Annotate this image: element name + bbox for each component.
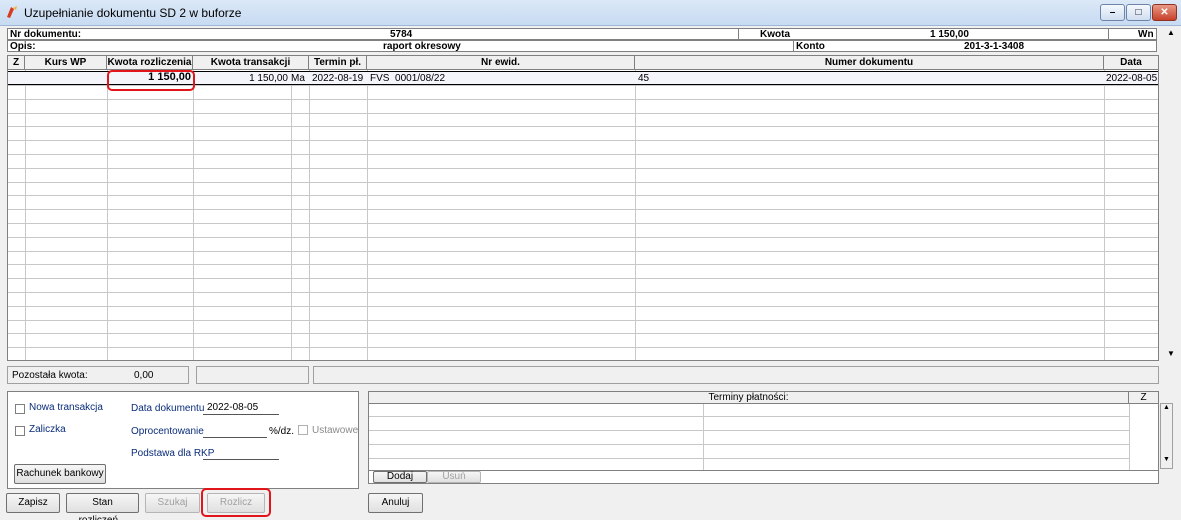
pozostala-kwota-box: Pozostała kwota: 0,00	[7, 366, 189, 384]
grid-row-line	[8, 209, 1158, 210]
kwota-value: 1 150,00	[930, 29, 969, 40]
grid-row-line	[8, 195, 1158, 196]
opis-label: Opis:	[10, 41, 36, 52]
pozostala-label: Pozostała kwota:	[12, 370, 88, 381]
terminy-scroll-down-icon[interactable]: ▼	[1161, 456, 1172, 463]
grid-row-line	[8, 333, 1158, 334]
title-bar: Uzupełnianie dokumentu SD 2 w buforze – …	[0, 0, 1181, 26]
pozostala-value: 0,00	[134, 370, 154, 381]
nr-dokumentu-value: 5784	[390, 29, 413, 40]
transaction-panel: Nowa transakcja Zaliczka Data dokumentu …	[7, 391, 359, 489]
terminy-scroll-up-icon[interactable]: ▲	[1161, 404, 1172, 411]
grid-row-line	[8, 278, 1158, 279]
col-header-nr-ewid[interactable]: Nr ewid.	[367, 56, 635, 70]
status-field-3	[313, 366, 1159, 384]
grid-row-line	[8, 264, 1158, 265]
highlight-rozlicz	[201, 488, 271, 517]
zaliczka-checkbox[interactable]	[15, 426, 25, 436]
maximize-button[interactable]: □	[1126, 4, 1151, 21]
cell-numer-dokumentu[interactable]: 45	[638, 72, 649, 85]
grid-row-line	[8, 126, 1158, 127]
grid-row-line	[8, 320, 1158, 321]
oprocentowanie-input[interactable]	[203, 437, 267, 438]
maximize-icon: □	[1135, 7, 1142, 18]
grid-row-line	[8, 168, 1158, 169]
header-row-opis: Opis: raport okresowy Konto 201-3-1-3408	[7, 40, 1157, 52]
zapisz-button[interactable]: Zapisz	[6, 493, 60, 513]
col-header-numer-dokumentu[interactable]: Numer dokumentu	[635, 56, 1104, 70]
cell-termin[interactable]: 2022-08-19	[312, 72, 363, 85]
stan-rozliczen-button[interactable]: Stan rozliczeń...	[66, 493, 139, 520]
oprocentowanie-unit: %/dz.	[269, 426, 295, 437]
window-title: Uzupełnianie dokumentu SD 2 w buforze	[24, 6, 242, 20]
podstawa-input[interactable]	[203, 459, 279, 460]
nr-dokumentu-label: Nr dokumentu:	[10, 29, 82, 40]
kwota-label: Kwota	[760, 29, 790, 40]
podstawa-label: Podstawa dla RKP	[131, 448, 215, 459]
data-dokumentu-input[interactable]: 2022-08-05	[207, 402, 258, 413]
grid-row-line	[8, 99, 1158, 100]
header-row-document: Nr dokumentu: 5784 Kwota 1 150,00 Wn	[7, 28, 1157, 40]
scroll-down-icon[interactable]: ▼	[1164, 347, 1178, 361]
cell-kwota-transakcji[interactable]: 1 150,00	[198, 72, 288, 85]
grid-row-line	[8, 154, 1158, 155]
terminy-header: Terminy płatności:	[369, 392, 1129, 404]
terminy-scrollbar[interactable]: ▲ ▼	[1160, 403, 1173, 469]
cell-typ[interactable]: Ma	[291, 72, 305, 85]
data-dokumentu-label: Data dokumentu	[131, 403, 205, 414]
minimize-icon: –	[1109, 7, 1116, 18]
settlement-grid[interactable]: Z Kurs WP Kwota rozliczenia Kwota transa…	[7, 55, 1159, 361]
grid-row-line	[8, 237, 1158, 238]
ustawowe-label: Ustawowe	[312, 425, 359, 436]
konto-value: 201-3-1-3408	[964, 41, 1025, 52]
col-header-kwota-rozliczenia[interactable]: Kwota rozliczenia	[107, 56, 193, 70]
terminy-platnosci-panel: Terminy płatności: Z Dodaj Usuń	[368, 391, 1159, 484]
grid-row-line	[8, 251, 1158, 252]
scroll-up-icon[interactable]: ▲	[1164, 26, 1178, 40]
grid-row-line	[8, 182, 1158, 183]
grid-row-line	[8, 140, 1158, 141]
wn-label: Wn	[1138, 29, 1154, 40]
status-field-2	[196, 366, 309, 384]
grid-row-line	[8, 223, 1158, 224]
ustawowe-checkbox[interactable]	[298, 425, 308, 435]
nowa-transakcja-label: Nowa transakcja	[29, 402, 103, 413]
usun-button[interactable]: Usuń	[427, 471, 481, 483]
grid-scrollbar[interactable]: ▲ ▼	[1164, 26, 1178, 361]
rachunek-bankowy-button[interactable]: Rachunek bankowy	[14, 464, 106, 484]
close-button[interactable]: ✕	[1152, 4, 1177, 21]
cell-nr-ewid[interactable]: FVS 0001/08/22	[370, 72, 445, 85]
opis-value: raport okresowy	[383, 41, 461, 52]
zaliczka-label: Zaliczka	[29, 424, 66, 435]
grid-row-line	[8, 306, 1158, 307]
app-icon	[7, 6, 17, 18]
minimize-button[interactable]: –	[1100, 4, 1125, 21]
konto-label: Konto	[796, 41, 825, 52]
cell-data[interactable]: 2022-08-05	[1106, 72, 1157, 85]
col-header-data[interactable]: Data	[1104, 56, 1158, 70]
grid-row-line	[8, 292, 1158, 293]
terminy-z-header: Z	[1129, 392, 1158, 404]
col-header-termin[interactable]: Termin pł.	[309, 56, 367, 70]
col-header-z[interactable]: Z	[8, 56, 25, 70]
close-icon: ✕	[1160, 7, 1169, 18]
grid-row-line	[8, 113, 1158, 114]
col-header-kwota-transakcji[interactable]: Kwota transakcji	[193, 56, 309, 70]
grid-row-line	[8, 347, 1158, 348]
oprocentowanie-label: Oprocentowanie	[131, 426, 204, 437]
anuluj-button[interactable]: Anuluj	[368, 493, 423, 513]
dodaj-button[interactable]: Dodaj	[373, 471, 427, 483]
szukaj-button[interactable]: Szukaj	[145, 493, 200, 513]
highlight-kwota-rozliczenia	[107, 70, 195, 91]
col-header-kurs-wp[interactable]: Kurs WP	[25, 56, 107, 70]
nowa-transakcja-checkbox[interactable]	[15, 404, 25, 414]
